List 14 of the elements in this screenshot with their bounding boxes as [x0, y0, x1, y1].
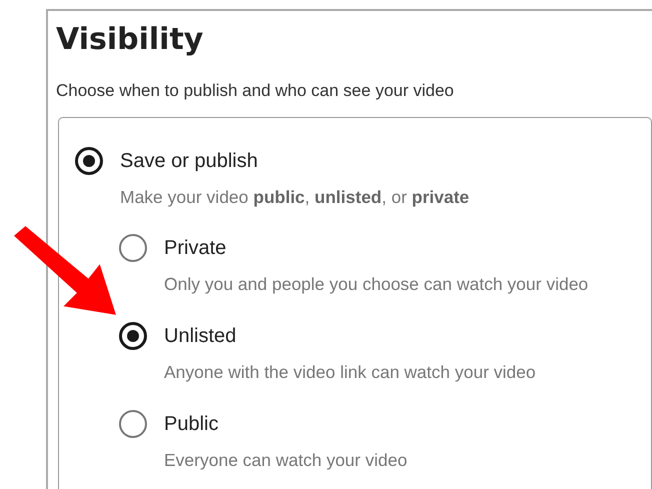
- option-label: Private: [164, 236, 228, 261]
- option-description: Make your video public, unlisted, or private: [120, 186, 470, 209]
- option-description: Anyone with the video link can watch your video: [164, 361, 536, 384]
- option-description: Everyone can watch your video: [164, 449, 408, 472]
- option-label: Save or publish: [120, 149, 259, 174]
- option-description: Only you and people you choose can watch your video: [164, 273, 588, 296]
- option-label: Unlisted: [164, 324, 238, 349]
- section-description: Choose when to publish and who can see your video: [56, 80, 454, 102]
- section-heading: Visibility: [56, 21, 204, 59]
- radio-button[interactable]: [119, 234, 147, 262]
- option-label: Public: [164, 412, 220, 437]
- radio-button[interactable]: [75, 147, 103, 175]
- radio-button[interactable]: [119, 410, 147, 438]
- radio-button[interactable]: [119, 322, 147, 350]
